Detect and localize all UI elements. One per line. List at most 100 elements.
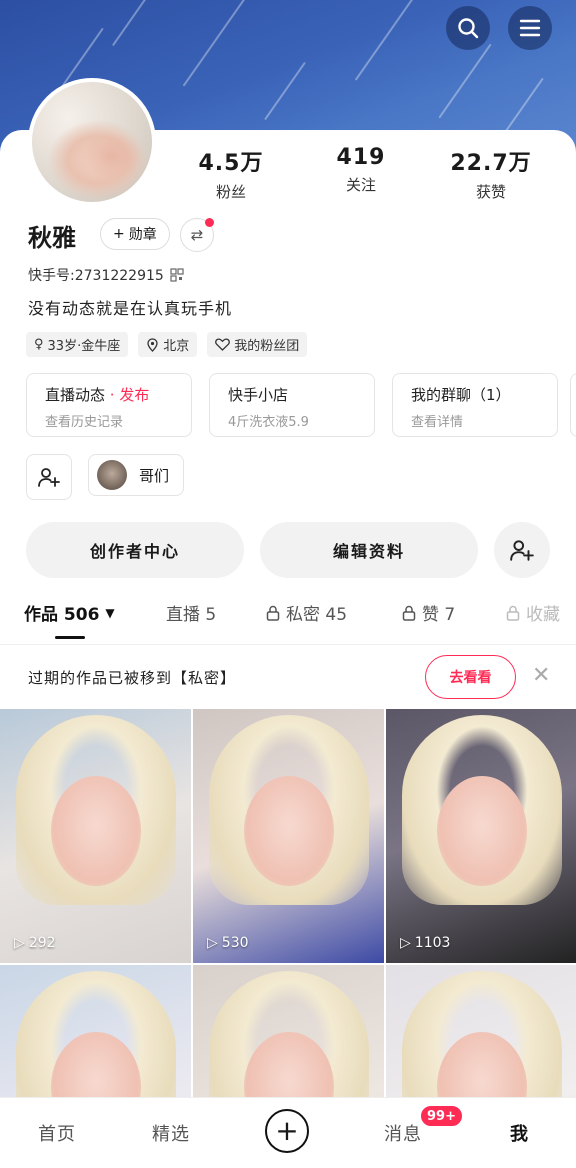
nav-home[interactable]: 首页 bbox=[38, 1120, 76, 1146]
stat-followers[interactable]: 4.5万 粉丝 bbox=[176, 145, 286, 202]
play-icon: ▷ bbox=[14, 935, 25, 951]
tag-age[interactable]: ♀ 33岁·金牛座 bbox=[26, 332, 129, 357]
play-count-value: 530 bbox=[221, 935, 249, 951]
video-thumbnail[interactable]: ▷ 292 bbox=[0, 709, 191, 963]
bio: 没有动态就是在认真玩手机 bbox=[28, 299, 233, 318]
menu-icon bbox=[519, 19, 541, 37]
play-icon: ▷ bbox=[207, 935, 218, 951]
card-title: 快手小店 bbox=[228, 386, 289, 404]
edit-profile-button[interactable]: 编辑资料 bbox=[260, 522, 478, 578]
search-button[interactable] bbox=[446, 6, 490, 50]
stat-label: 获赞 bbox=[475, 183, 506, 201]
nav-messages[interactable]: 消息 bbox=[384, 1120, 422, 1146]
tag-location[interactable]: 北京 bbox=[138, 332, 198, 357]
tag-label: 我的粉丝团 bbox=[234, 339, 300, 354]
play-count: ▷ 1103 bbox=[400, 935, 450, 951]
card-title-accent: 发布 bbox=[119, 386, 150, 404]
nickname: 秋雅 bbox=[28, 224, 76, 252]
play-count: ▷ 530 bbox=[207, 935, 249, 951]
video-thumbnail[interactable]: ▷ 530 bbox=[193, 709, 384, 963]
lock-icon bbox=[402, 605, 416, 621]
friend-name: 哥们 bbox=[139, 466, 170, 485]
tab-favorites[interactable]: 收藏 bbox=[506, 600, 560, 625]
lock-icon bbox=[266, 605, 280, 621]
thumbnail-face bbox=[436, 775, 527, 886]
kuaishou-id[interactable]: 快手号:2731222915 bbox=[28, 265, 184, 285]
heart-icon bbox=[215, 338, 231, 351]
video-thumbnail[interactable] bbox=[0, 965, 191, 1097]
stat-value: 22.7万 bbox=[450, 151, 532, 176]
tab-label: 直播 5 bbox=[166, 605, 217, 625]
card-shop[interactable]: 快手小店 4斤洗衣液5.9 bbox=[209, 373, 375, 437]
notification-dot bbox=[205, 218, 214, 227]
thumbnail-face bbox=[50, 775, 141, 886]
card-next-partial[interactable] bbox=[570, 373, 576, 437]
stat-label: 粉丝 bbox=[215, 183, 246, 201]
play-count: ▷ 292 bbox=[14, 935, 56, 951]
stat-label: 关注 bbox=[345, 176, 376, 194]
swap-icon: ⇄ bbox=[190, 226, 204, 244]
card-live-moments[interactable]: 直播动态 · 发布 查看历史记录 bbox=[26, 373, 192, 437]
stat-value: 4.5万 bbox=[198, 151, 264, 176]
avatar[interactable] bbox=[28, 78, 156, 206]
create-button[interactable]: + bbox=[265, 1109, 309, 1153]
close-icon[interactable]: ✕ bbox=[532, 665, 550, 687]
bottom-nav: 首页 精选 + 消息 99+ 我 bbox=[0, 1097, 576, 1168]
nav-me[interactable]: 我 bbox=[510, 1120, 529, 1146]
friend-avatar bbox=[97, 460, 127, 490]
video-thumbnail[interactable]: ▷ 1103 bbox=[386, 709, 576, 963]
profile-tags: ♀ 33岁·金牛座 北京 我的粉丝团 bbox=[26, 332, 308, 357]
tab-live[interactable]: 直播 5 bbox=[166, 600, 216, 625]
tab-label: 作品 506 bbox=[24, 605, 100, 625]
content-tabs: 作品 506 ▼ 直播 5 私密 45 赞 7 收藏 bbox=[0, 600, 576, 642]
tab-works[interactable]: 作品 506 ▼ bbox=[24, 600, 115, 625]
tab-label: 私密 45 bbox=[286, 605, 348, 625]
add-friends-button[interactable] bbox=[494, 522, 550, 578]
stat-value: 419 bbox=[336, 145, 386, 170]
card-title: 我的群聊（1） bbox=[411, 386, 511, 404]
caret-down-icon: ▼ bbox=[105, 605, 115, 620]
switch-account-button[interactable]: ⇄ bbox=[180, 218, 214, 252]
play-icon: ▷ bbox=[400, 935, 411, 951]
tab-label: 赞 7 bbox=[422, 605, 456, 625]
card-title: 直播动态 bbox=[45, 386, 106, 404]
go-see-button[interactable]: 去看看 bbox=[425, 655, 516, 699]
menu-button[interactable] bbox=[508, 6, 552, 50]
video-thumbnail[interactable] bbox=[386, 965, 576, 1097]
tag-label: 33岁·金牛座 bbox=[47, 339, 121, 354]
tab-liked[interactable]: 赞 7 bbox=[402, 600, 455, 625]
card-subtitle: 查看详情 bbox=[411, 415, 464, 430]
card-subtitle: 4斤洗衣液5.9 bbox=[228, 415, 309, 430]
add-friend-button[interactable] bbox=[26, 454, 72, 500]
card-title-sep: · bbox=[105, 386, 120, 404]
nav-featured[interactable]: 精选 bbox=[152, 1120, 190, 1146]
tab-private[interactable]: 私密 45 bbox=[266, 600, 347, 625]
play-count-value: 292 bbox=[28, 935, 56, 951]
medal-button[interactable]: + 勋章 bbox=[100, 218, 170, 250]
video-grid: ▷ 292 ▷ 530 ▷ 1103 bbox=[0, 709, 576, 1097]
friend-chip[interactable]: 哥们 bbox=[88, 454, 185, 496]
tag-fan-club[interactable]: 我的粉丝团 bbox=[207, 332, 308, 357]
video-thumbnail[interactable] bbox=[193, 965, 384, 1097]
card-subtitle: 查看历史记录 bbox=[45, 415, 124, 430]
add-user-icon bbox=[510, 540, 534, 561]
medal-label: 勋章 bbox=[128, 227, 157, 243]
feature-cards: 直播动态 · 发布 查看历史记录 快手小店 4斤洗衣液5.9 我的群聊（1） 查… bbox=[26, 373, 558, 437]
tag-label: 北京 bbox=[163, 339, 190, 354]
plus-icon: + bbox=[275, 1114, 299, 1147]
tab-label: 收藏 bbox=[526, 605, 560, 625]
search-icon bbox=[458, 18, 479, 39]
stat-following[interactable]: 419 关注 bbox=[306, 145, 416, 195]
notice-text: 过期的作品已被移到【私密】 bbox=[28, 669, 237, 687]
thumbnail-face bbox=[243, 775, 334, 886]
play-count-value: 1103 bbox=[414, 935, 451, 951]
card-group-chat[interactable]: 我的群聊（1） 查看详情 bbox=[392, 373, 558, 437]
expired-works-notice: 过期的作品已被移到【私密】 去看看 ✕ bbox=[0, 644, 576, 708]
message-badge: 99+ bbox=[419, 1104, 464, 1128]
location-icon bbox=[147, 337, 158, 352]
active-tab-indicator bbox=[55, 636, 85, 639]
lock-icon bbox=[506, 605, 520, 621]
add-user-icon bbox=[38, 468, 60, 487]
creator-center-button[interactable]: 创作者中心 bbox=[26, 522, 244, 578]
stat-likes[interactable]: 22.7万 获赞 bbox=[436, 145, 546, 202]
